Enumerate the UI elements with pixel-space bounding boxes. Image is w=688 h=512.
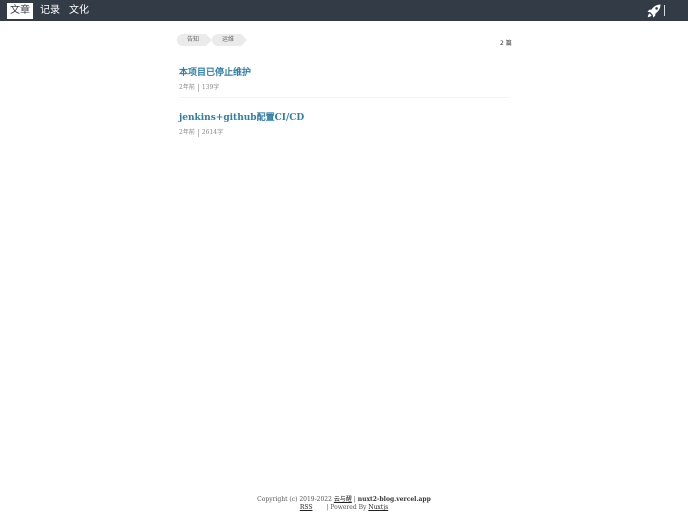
post-count: 2 篇 — [500, 40, 512, 47]
author-link[interactable]: 云与醒 — [334, 496, 352, 503]
post-time: 2年前 — [179, 129, 195, 136]
tab-notice[interactable]: 告知 — [177, 34, 212, 46]
post-divider — [179, 97, 509, 98]
meta-divider — [197, 128, 199, 137]
tab-ops[interactable]: 运维 — [212, 34, 247, 46]
post-word-count: 139字 — [201, 84, 220, 91]
post-time: 2年前 — [179, 84, 195, 91]
copyright-text: Copyright (c) 2019-2022 — [257, 496, 332, 503]
footer-copyright: Copyright (c) 2019-2022 云与醒 | nuxt2-blog… — [0, 494, 688, 503]
nav-item-articles[interactable]: 文章 — [7, 3, 33, 19]
meta-divider — [197, 83, 199, 92]
post-meta: 2年前 2614字 — [179, 128, 509, 137]
powered-by-text: | Powered By — [326, 504, 367, 511]
nav-item-records[interactable]: 记录 — [37, 3, 63, 19]
topbar-divider — [664, 5, 665, 16]
post-word-count: 2614字 — [201, 129, 224, 136]
rocket-icon[interactable] — [646, 3, 662, 19]
nav-item-culture[interactable]: 文化 — [66, 3, 92, 19]
post-meta: 2年前 139字 — [179, 83, 509, 92]
nuxtjs-link[interactable]: Nuxtjs — [368, 504, 388, 511]
post-title-link[interactable]: jenkins+github配置CI/CD — [179, 112, 509, 125]
post-title-link[interactable]: 本项目已停止维护 — [179, 67, 509, 80]
list-item: 本项目已停止维护 2年前 139字 — [179, 67, 509, 92]
list-item: jenkins+github配置CI/CD 2年前 2614字 — [179, 112, 509, 137]
top-nav-bar: 文章 记录 文化 — [0, 0, 688, 21]
rss-link[interactable]: RSS — [300, 504, 313, 511]
footer-pipe: | — [353, 496, 356, 503]
footer-links: RSS | Powered By Nuxtjs — [0, 504, 688, 511]
site-domain: nuxt2-blog.vercel.app — [357, 496, 431, 503]
